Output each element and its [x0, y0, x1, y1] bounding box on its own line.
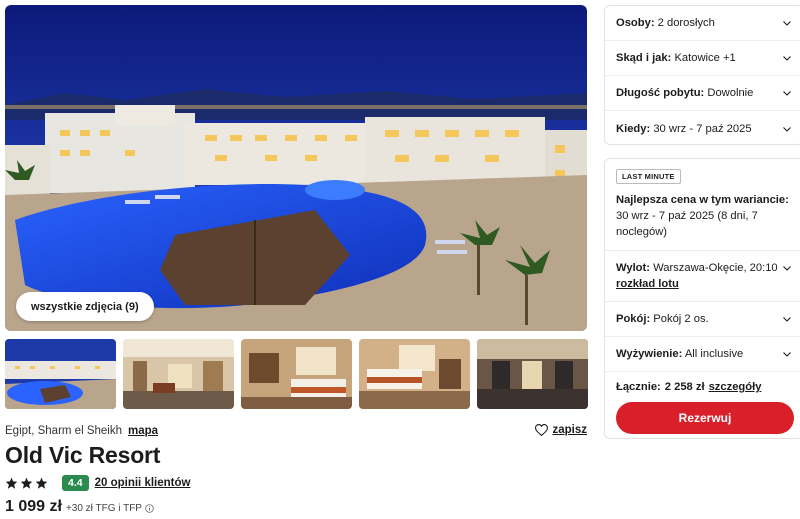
from-value: Katowice +1 [674, 52, 736, 64]
thumbnail-room-2[interactable] [359, 339, 470, 409]
location-text: Egipt, Sharm el Sheikh [5, 425, 122, 437]
reserve-button[interactable]: Rezerwuj [616, 402, 794, 434]
flight-value: Warszawa-Okęcie, 20:10 [653, 262, 778, 274]
when-value: 30 wrz - 7 paź 2025 [653, 122, 752, 135]
room-value: Pokój 2 os. [653, 313, 709, 325]
price: 1 099 zł [5, 498, 62, 515]
save-button[interactable]: zapisz [535, 424, 587, 436]
board-label: Wyżywienie: [616, 348, 683, 360]
total-label: Łącznie: [616, 381, 661, 393]
people-label: Osoby: [616, 17, 655, 29]
hotel-name: Old Vic Resort [5, 442, 161, 468]
people-selector[interactable]: Osoby: 2 dorosłych [605, 6, 800, 41]
search-params-panel: Osoby: 2 dorosłych Skąd i jak: Katowice … [604, 5, 800, 145]
map-link[interactable]: mapa [128, 425, 158, 437]
hero-photo[interactable] [5, 5, 587, 331]
heart-icon [535, 424, 549, 436]
last-minute-badge: LAST MINUTE [616, 169, 681, 184]
offer-panel: LAST MINUTE Najlepsza cena w tym warianc… [604, 158, 800, 439]
departure-selector[interactable]: Skąd i jak: Katowice +1 [605, 41, 800, 76]
total-price: Łącznie: 2 258 zł szczegóły [605, 372, 800, 393]
best-price-label: Najlepsza cena w tym wariancie: [616, 194, 789, 206]
fees-info: +30 zł TFG i TFP [66, 503, 154, 514]
chevron-down-icon [783, 317, 791, 322]
length-label: Długość pobytu: [616, 87, 705, 99]
chevron-down-icon [783, 56, 791, 61]
chevron-down-icon [783, 21, 791, 26]
length-value: Dowolnie [707, 87, 754, 99]
flight-selector[interactable]: Wylot: Warszawa-Okęcie, 20:10 rozkład lo… [605, 251, 800, 302]
chevron-down-icon [783, 126, 791, 132]
star-icon [35, 477, 48, 489]
board-value: All inclusive [684, 348, 744, 360]
info-icon[interactable] [145, 504, 154, 513]
chevron-down-icon [783, 266, 791, 271]
room-selector[interactable]: Pokój: Pokój 2 os. [605, 302, 800, 337]
when-label: Kiedy: [616, 122, 651, 135]
stay-length-selector[interactable]: Długość pobytu: Dowolnie [605, 76, 800, 111]
location-line: Egipt, Sharm el Sheikh mapa [5, 425, 158, 437]
total-value: 2 258 zł [664, 381, 705, 393]
thumbnail-strip [5, 339, 588, 409]
best-price-info: Najlepsza cena w tym wariancie: 30 wrz -… [605, 184, 800, 251]
resort-night-photo [5, 5, 587, 331]
star-icon [5, 477, 18, 489]
star-icon [20, 477, 33, 489]
thumbnail-interior[interactable] [477, 339, 588, 409]
best-price-dates: 30 wrz - 7 paź 2025 (8 dni, 7 noclegów) [616, 210, 758, 238]
fees-text: +30 zł TFG i TFP [65, 503, 142, 514]
all-photos-button[interactable]: wszystkie zdjęcia (9) [16, 292, 154, 321]
chevron-down-icon [783, 91, 791, 96]
dates-selector[interactable]: Kiedy: 30 wrz - 7 paź 2025 [605, 111, 800, 146]
flight-schedule-link[interactable]: rozkład lotu [616, 276, 778, 292]
board-selector[interactable]: Wyżywienie: All inclusive [605, 337, 800, 372]
chevron-down-icon [783, 352, 791, 357]
star-rating [5, 477, 48, 489]
thumbnail-room-1[interactable] [241, 339, 352, 409]
from-label: Skąd i jak: [616, 52, 672, 64]
save-label: zapisz [552, 424, 587, 436]
reviews-link[interactable]: 20 opinii klientów [95, 477, 191, 489]
room-label: Pokój: [616, 313, 651, 325]
thumbnail-pool-night[interactable] [5, 339, 116, 409]
price-row: 1 099 zł +30 zł TFG i TFP [5, 498, 154, 516]
flight-label: Wylot: [616, 262, 650, 274]
thumbnail-lobby[interactable] [123, 339, 234, 409]
people-value: 2 dorosłych [657, 17, 715, 29]
details-link[interactable]: szczegóły [709, 381, 762, 393]
rating-row: 4.4 20 opinii klientów [5, 474, 190, 492]
score-badge: 4.4 [62, 475, 89, 491]
